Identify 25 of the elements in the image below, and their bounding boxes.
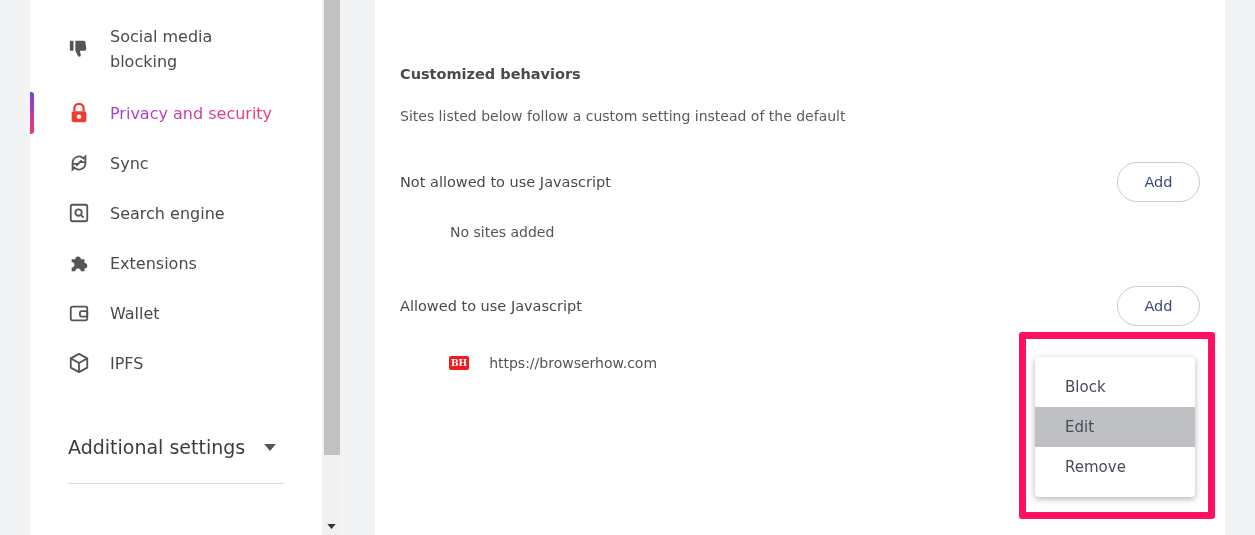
cube-icon bbox=[68, 352, 90, 374]
section-title: Customized behaviors bbox=[400, 66, 582, 82]
sidebar-item[interactable]: IPFS bbox=[30, 338, 322, 388]
add-button[interactable]: Add bbox=[1117, 162, 1200, 202]
additional-settings-toggle[interactable]: Additional settings bbox=[68, 436, 276, 458]
list-heading: Not allowed to use Javascript bbox=[400, 174, 611, 190]
scroll-down-icon[interactable] bbox=[327, 524, 336, 529]
caret-icon bbox=[264, 443, 276, 451]
section-description: Sites listed below follow a custom setting instead of the default bbox=[400, 108, 847, 124]
search-icon bbox=[68, 202, 90, 224]
menu-item[interactable]: Remove bbox=[1035, 447, 1195, 487]
menu-item[interactable]: Edit bbox=[1035, 407, 1195, 447]
scrollbar-thumb[interactable] bbox=[324, 0, 340, 455]
sidebar-item[interactable]: Sync bbox=[30, 138, 322, 188]
list-heading: Allowed to use Javascript bbox=[400, 298, 582, 314]
site-favicon: BH bbox=[449, 356, 470, 370]
sidebar-item[interactable]: Privacy and security bbox=[30, 88, 322, 138]
sidebar-item[interactable]: Social media blocking bbox=[30, 22, 322, 76]
sidebar-item[interactable]: Search engine bbox=[30, 188, 322, 238]
add-button[interactable]: Add bbox=[1117, 286, 1200, 326]
sidebar-item[interactable]: Extensions bbox=[30, 238, 322, 288]
sidebar-item[interactable]: Wallet bbox=[30, 288, 322, 338]
menu-item[interactable]: Block bbox=[1035, 367, 1195, 407]
empty-message: No sites added bbox=[450, 224, 556, 242]
site-url: https://browserhow.com bbox=[489, 355, 658, 371]
